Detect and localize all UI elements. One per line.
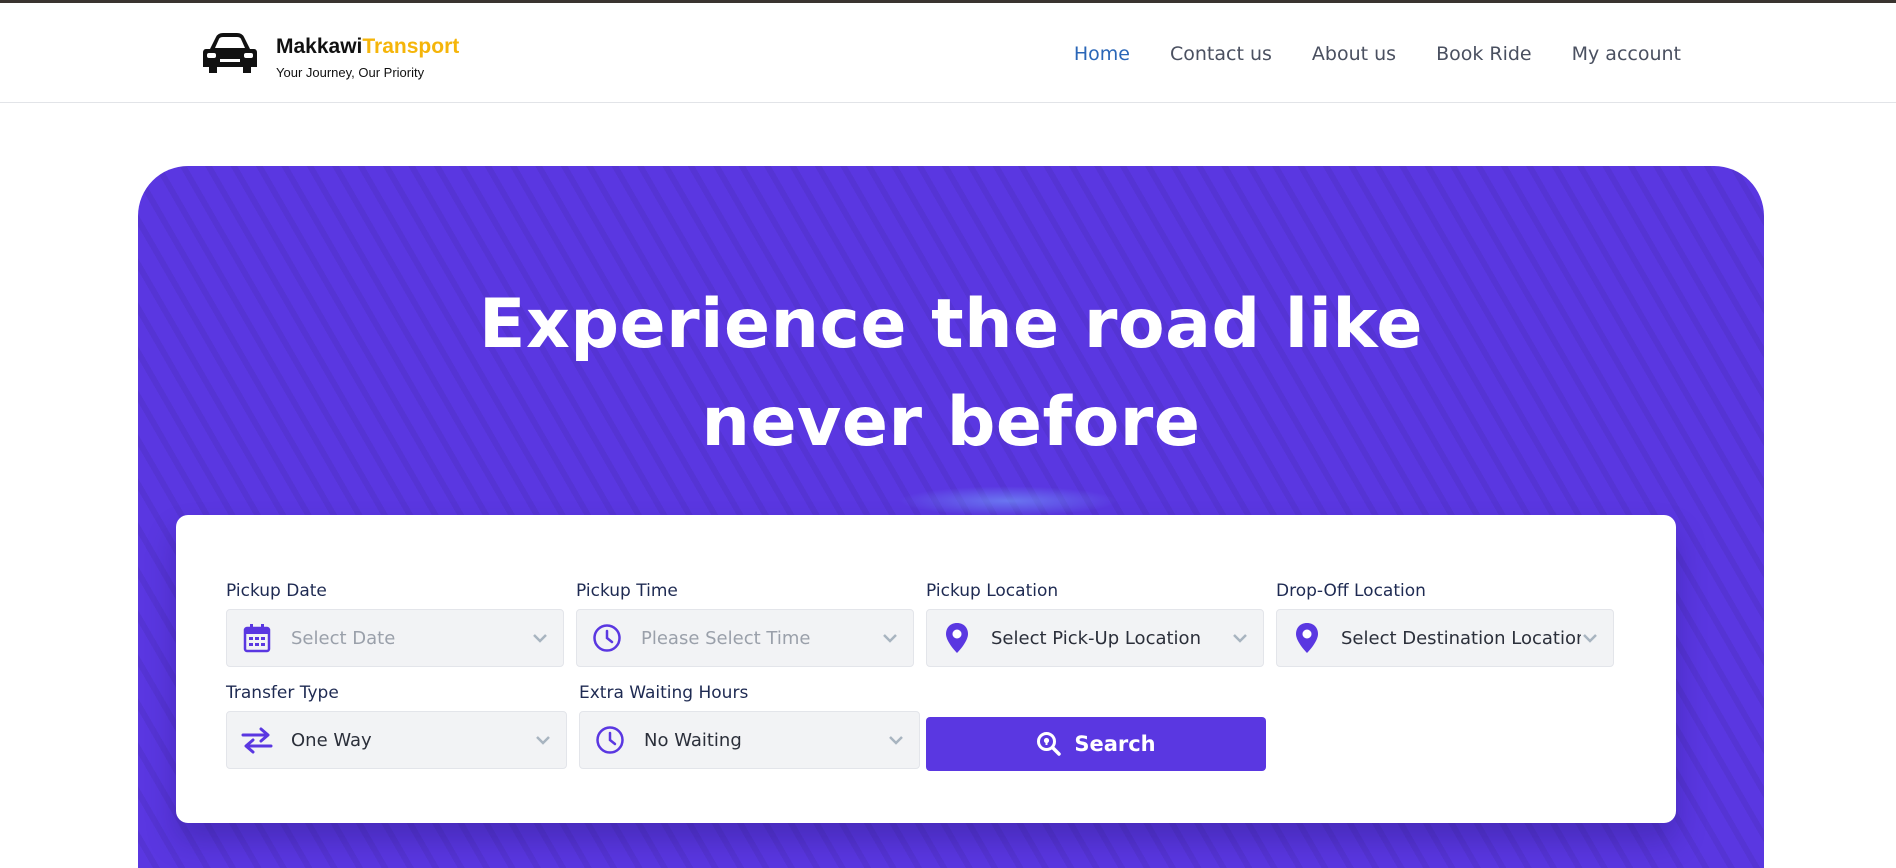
- pickup-time-placeholder: Please Select Time: [641, 627, 811, 649]
- nav-home-link[interactable]: Home: [1074, 43, 1130, 65]
- map-pin-icon: [1291, 622, 1323, 654]
- main-nav: Home Contact us About us Book Ride My ac…: [1074, 43, 1681, 65]
- site-header: MakkawiTransport Your Journey, Our Prior…: [0, 3, 1896, 103]
- dropoff-location-label: Drop-Off Location: [1276, 581, 1426, 601]
- transfer-type-select[interactable]: One Way: [226, 711, 567, 769]
- brand-name-accent: Transport: [362, 35, 460, 58]
- brand-tagline: Your Journey, Our Priority: [276, 65, 425, 80]
- pickup-location-select[interactable]: Select Pick-Up Location: [926, 609, 1264, 667]
- pickup-time-label: Pickup Time: [576, 581, 678, 601]
- pickup-date-field: Pickup Date Select Date: [226, 581, 564, 667]
- clock-icon: [594, 724, 626, 756]
- search-button[interactable]: Search: [926, 717, 1266, 771]
- pickup-time-select[interactable]: Please Select Time: [576, 609, 914, 667]
- transfer-type-value: One Way: [291, 729, 372, 751]
- brand-name: MakkawiTransport: [276, 35, 459, 59]
- search-button-label: Search: [1074, 732, 1156, 756]
- transfer-type-field: Transfer Type One Way: [226, 683, 567, 769]
- pickup-date-placeholder: Select Date: [291, 627, 396, 649]
- pickup-date-select[interactable]: Select Date: [226, 609, 564, 667]
- hero-headline: Experience the road like never before: [138, 276, 1764, 472]
- hero-glow: [898, 486, 1118, 516]
- extra-waiting-select[interactable]: No Waiting: [579, 711, 920, 769]
- booking-form-card: Pickup Date Select Date Pickup Time Plea…: [176, 515, 1676, 823]
- calendar-icon: [241, 622, 273, 654]
- dropoff-location-select[interactable]: Select Destination Location: [1276, 609, 1614, 667]
- nav-book-ride-link[interactable]: Book Ride: [1436, 43, 1532, 65]
- chevron-down-icon: [889, 736, 903, 745]
- chevron-down-icon: [536, 736, 550, 745]
- extra-waiting-label: Extra Waiting Hours: [579, 683, 749, 703]
- logo[interactable]: MakkawiTransport Your Journey, Our Prior…: [200, 29, 459, 80]
- hero-headline-line-2: never before: [701, 383, 1201, 462]
- dropoff-location-field: Drop-Off Location Select Destination Loc…: [1276, 581, 1614, 667]
- chevron-down-icon: [883, 634, 897, 643]
- extra-waiting-value: No Waiting: [644, 729, 742, 751]
- pickup-location-label: Pickup Location: [926, 581, 1059, 601]
- swap-arrows-icon: [241, 724, 273, 756]
- chevron-down-icon: [1583, 634, 1597, 643]
- hero-section: Experience the road like never before Pi…: [138, 166, 1764, 868]
- brand-name-primary: Makkawi: [276, 35, 363, 58]
- pickup-date-label: Pickup Date: [226, 581, 327, 601]
- car-icon: [203, 33, 257, 73]
- hero-headline-line-1: Experience the road like: [479, 285, 1423, 364]
- nav-about-link[interactable]: About us: [1312, 43, 1396, 65]
- transfer-type-label: Transfer Type: [226, 683, 339, 703]
- extra-waiting-field: Extra Waiting Hours No Waiting: [579, 683, 920, 769]
- clock-icon: [591, 622, 623, 654]
- pickup-time-field: Pickup Time Please Select Time: [576, 581, 914, 667]
- nav-contact-link[interactable]: Contact us: [1170, 43, 1272, 65]
- nav-my-account-link[interactable]: My account: [1572, 43, 1681, 65]
- map-pin-icon: [941, 622, 973, 654]
- chevron-down-icon: [1233, 634, 1247, 643]
- pickup-location-value: Select Pick-Up Location: [991, 627, 1201, 649]
- dropoff-location-value: Select Destination Location: [1341, 627, 1581, 649]
- search-icon: [1037, 732, 1062, 756]
- pickup-location-field: Pickup Location Select Pick-Up Location: [926, 581, 1264, 667]
- chevron-down-icon: [533, 634, 547, 643]
